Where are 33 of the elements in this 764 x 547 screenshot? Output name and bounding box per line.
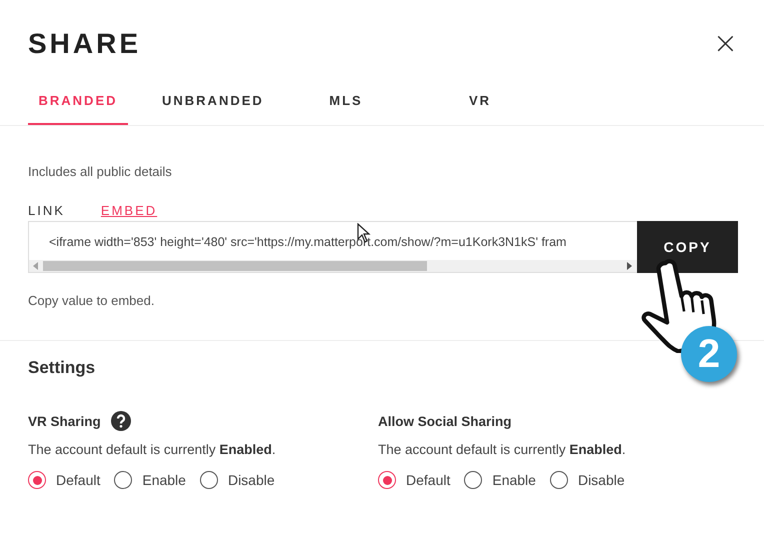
radio-button[interactable] (464, 471, 482, 489)
radio-button[interactable] (550, 471, 568, 489)
radio-option[interactable]: Disable (200, 471, 275, 489)
scroll-right-icon[interactable] (627, 262, 633, 270)
radio-option[interactable]: Default (378, 471, 450, 489)
default-note: The account default is currently Enabled. (378, 442, 627, 457)
radio-option[interactable]: Enable (114, 471, 186, 489)
setting-label: VR Sharing (28, 414, 101, 428)
horizontal-scrollbar[interactable] (29, 260, 637, 272)
radio-option[interactable]: Enable (464, 471, 536, 489)
dialog-title: SHARE (28, 28, 142, 60)
close-button[interactable]: × (706, 29, 744, 59)
help-icon[interactable] (110, 411, 131, 431)
radio-button[interactable] (200, 471, 218, 489)
radio-button[interactable] (114, 471, 132, 489)
copy-button[interactable]: COPY (637, 221, 738, 273)
mode-link[interactable]: EMBED (100, 203, 158, 218)
radio-button[interactable] (378, 471, 396, 489)
embed-code-field[interactable]: <iframe width='853' height='480' src='https://my.matterport.com/show/?m=u1Kork3N1kS' fram (28, 221, 637, 273)
tab[interactable]: BRANDED (28, 82, 128, 125)
default-note: The account default is currently Enabled. (28, 442, 277, 457)
settings-heading: Settings (28, 358, 96, 378)
tab[interactable]: UNBRANDED (162, 82, 262, 125)
hint-text: Copy value to embed. (28, 293, 156, 308)
step-number-badge: 2 (681, 326, 737, 382)
radio-option[interactable]: Default (28, 471, 100, 489)
mode-link[interactable]: LINK (28, 203, 65, 218)
radio-option[interactable]: Disable (550, 471, 625, 489)
radio-button[interactable] (28, 471, 46, 489)
setting-label: Allow Social Sharing (378, 414, 512, 428)
tab[interactable]: MLS (296, 82, 396, 125)
description-text: Includes all public details (28, 164, 173, 179)
tab[interactable]: VR (430, 82, 530, 125)
